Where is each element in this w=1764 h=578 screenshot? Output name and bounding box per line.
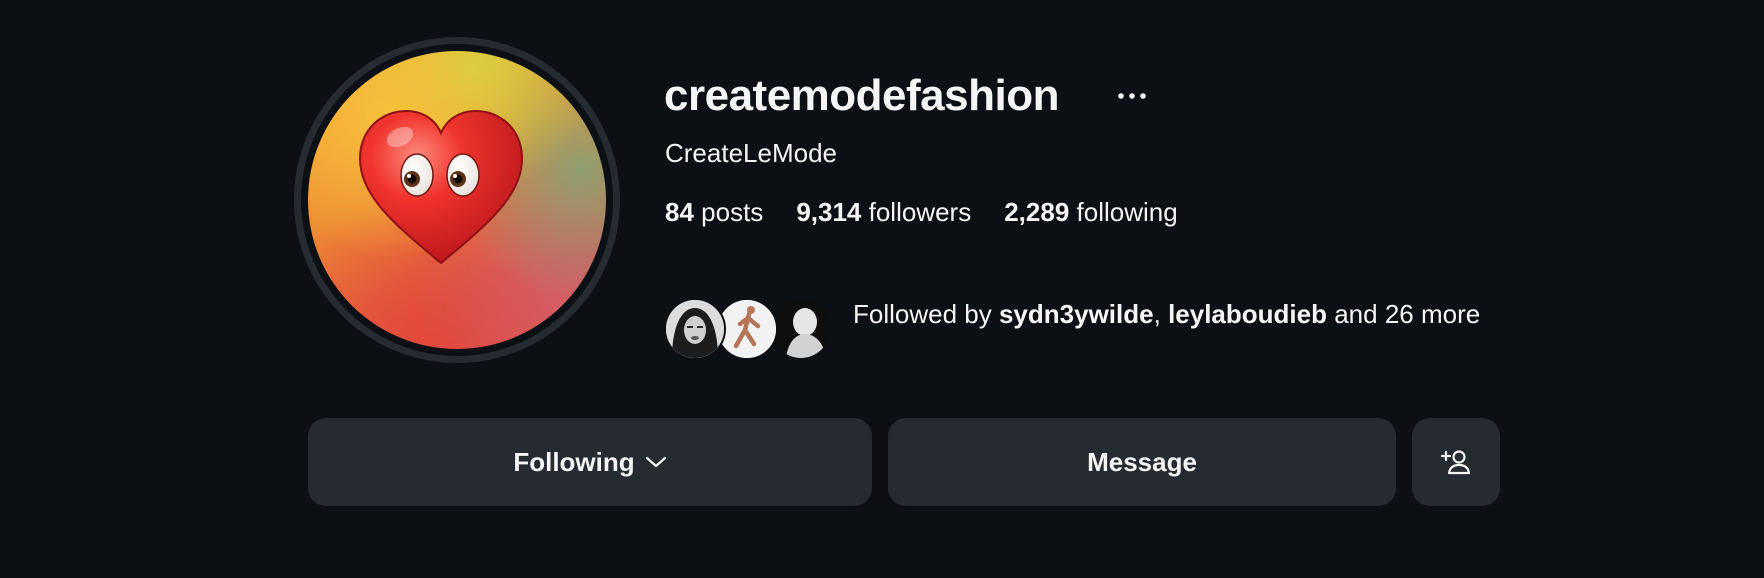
followed-by-suffix: and 26 more bbox=[1334, 299, 1481, 329]
posts-count: 84 bbox=[665, 197, 694, 227]
followed-by-prefix: Followed by bbox=[853, 299, 992, 329]
chevron-down-icon bbox=[645, 456, 666, 468]
mutual-follower-link[interactable]: sydn3ywilde bbox=[999, 299, 1154, 329]
posts-label: posts bbox=[701, 197, 764, 227]
following-stat[interactable]: 2,289 following bbox=[1004, 195, 1177, 229]
mutual-follower-link[interactable]: leylaboudieb bbox=[1168, 299, 1327, 329]
mutual-follower-avatar bbox=[664, 298, 726, 360]
followed-by-separator: , bbox=[1153, 299, 1161, 329]
profile-display-name: CreateLeMode bbox=[665, 138, 837, 168]
posts-stat[interactable]: 84 posts bbox=[665, 195, 763, 229]
add-user-button[interactable] bbox=[1412, 418, 1500, 506]
followers-stat[interactable]: 9,314 followers bbox=[796, 195, 971, 229]
more-options-icon bbox=[1118, 93, 1146, 99]
mutual-followers-avatars[interactable] bbox=[664, 298, 834, 362]
following-button[interactable]: Following bbox=[308, 418, 872, 506]
followed-by-text: Followed by sydn3ywilde, leylaboudieb an… bbox=[853, 296, 1493, 332]
followers-count: 9,314 bbox=[796, 197, 862, 227]
message-button[interactable]: Message bbox=[888, 418, 1396, 506]
following-count: 2,289 bbox=[1004, 197, 1070, 227]
following-button-label: Following bbox=[513, 446, 635, 477]
profile-avatar[interactable] bbox=[308, 51, 606, 349]
following-label: following bbox=[1076, 197, 1178, 227]
more-options-button[interactable] bbox=[1114, 78, 1150, 114]
add-user-icon bbox=[1440, 450, 1471, 475]
followers-label: followers bbox=[868, 197, 972, 227]
message-button-label: Message bbox=[1087, 446, 1197, 477]
heart-with-eyes-icon bbox=[358, 109, 524, 265]
profile-username: createmodefashion bbox=[664, 71, 1059, 120]
mutual-follower-avatar bbox=[770, 298, 832, 360]
profile-stats: 84 posts 9,314 followers 2,289 following bbox=[665, 195, 1178, 229]
